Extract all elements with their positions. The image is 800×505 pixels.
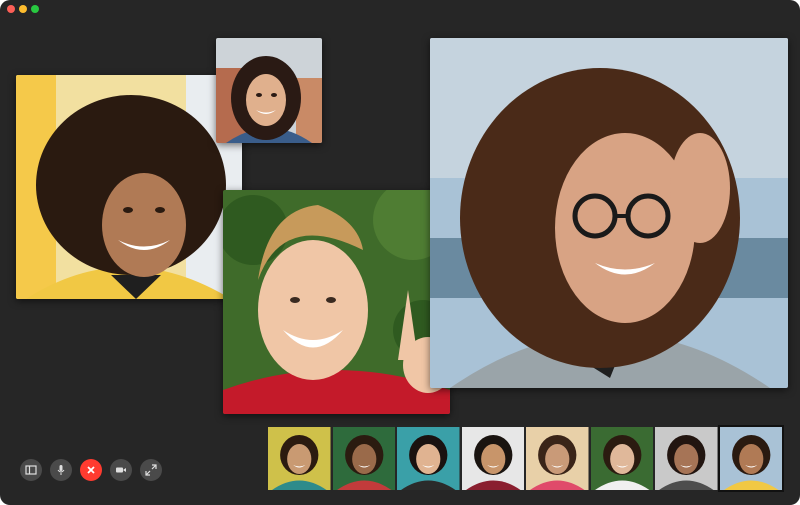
participant-avatar: [590, 427, 653, 490]
participant-thumbnail[interactable]: [461, 427, 524, 490]
participant-thumbnail[interactable]: [655, 427, 718, 490]
participant-video: [223, 190, 450, 414]
participant-thumbnail[interactable]: [717, 425, 784, 492]
participant-thumbnail[interactable]: [526, 427, 589, 490]
participant-avatar: [655, 427, 718, 490]
sidebar-icon: [25, 465, 37, 475]
participant-avatar: [397, 427, 460, 490]
participant-strip: [268, 425, 784, 492]
participant-tile-woman-glasses[interactable]: [430, 38, 788, 388]
video-camera-icon: [116, 467, 126, 473]
fullscreen-button[interactable]: [140, 459, 162, 481]
participant-thumbnail[interactable]: [590, 427, 653, 490]
participant-video: [16, 75, 242, 299]
call-controls: [20, 459, 162, 483]
participant-video: [430, 38, 788, 388]
participant-avatar: [461, 427, 524, 490]
participant-avatar: [719, 427, 782, 490]
minimize-window-button[interactable]: [19, 5, 27, 13]
participant-tile-curly-hair-woman[interactable]: [16, 75, 242, 299]
mute-button[interactable]: [50, 459, 72, 481]
close-window-button[interactable]: [7, 5, 15, 13]
camera-toggle-button[interactable]: [110, 459, 132, 481]
participant-thumbnail[interactable]: [332, 427, 395, 490]
participant-tile-brunette-woman[interactable]: [216, 38, 322, 143]
end-call-button[interactable]: [80, 459, 102, 481]
participant-avatar: [526, 427, 589, 490]
close-icon: [87, 466, 95, 474]
microphone-icon: [57, 465, 65, 475]
participant-tile-blond-man[interactable]: [223, 190, 450, 414]
zoom-window-button[interactable]: [31, 5, 39, 13]
participant-avatar: [268, 427, 331, 490]
participant-thumbnail[interactable]: [268, 427, 331, 490]
sidebar-toggle-button[interactable]: [20, 459, 42, 481]
participant-thumbnail[interactable]: [397, 427, 460, 490]
expand-icon: [145, 464, 157, 476]
participant-avatar: [332, 427, 395, 490]
participant-video: [216, 38, 322, 143]
facetime-window: [0, 0, 800, 505]
